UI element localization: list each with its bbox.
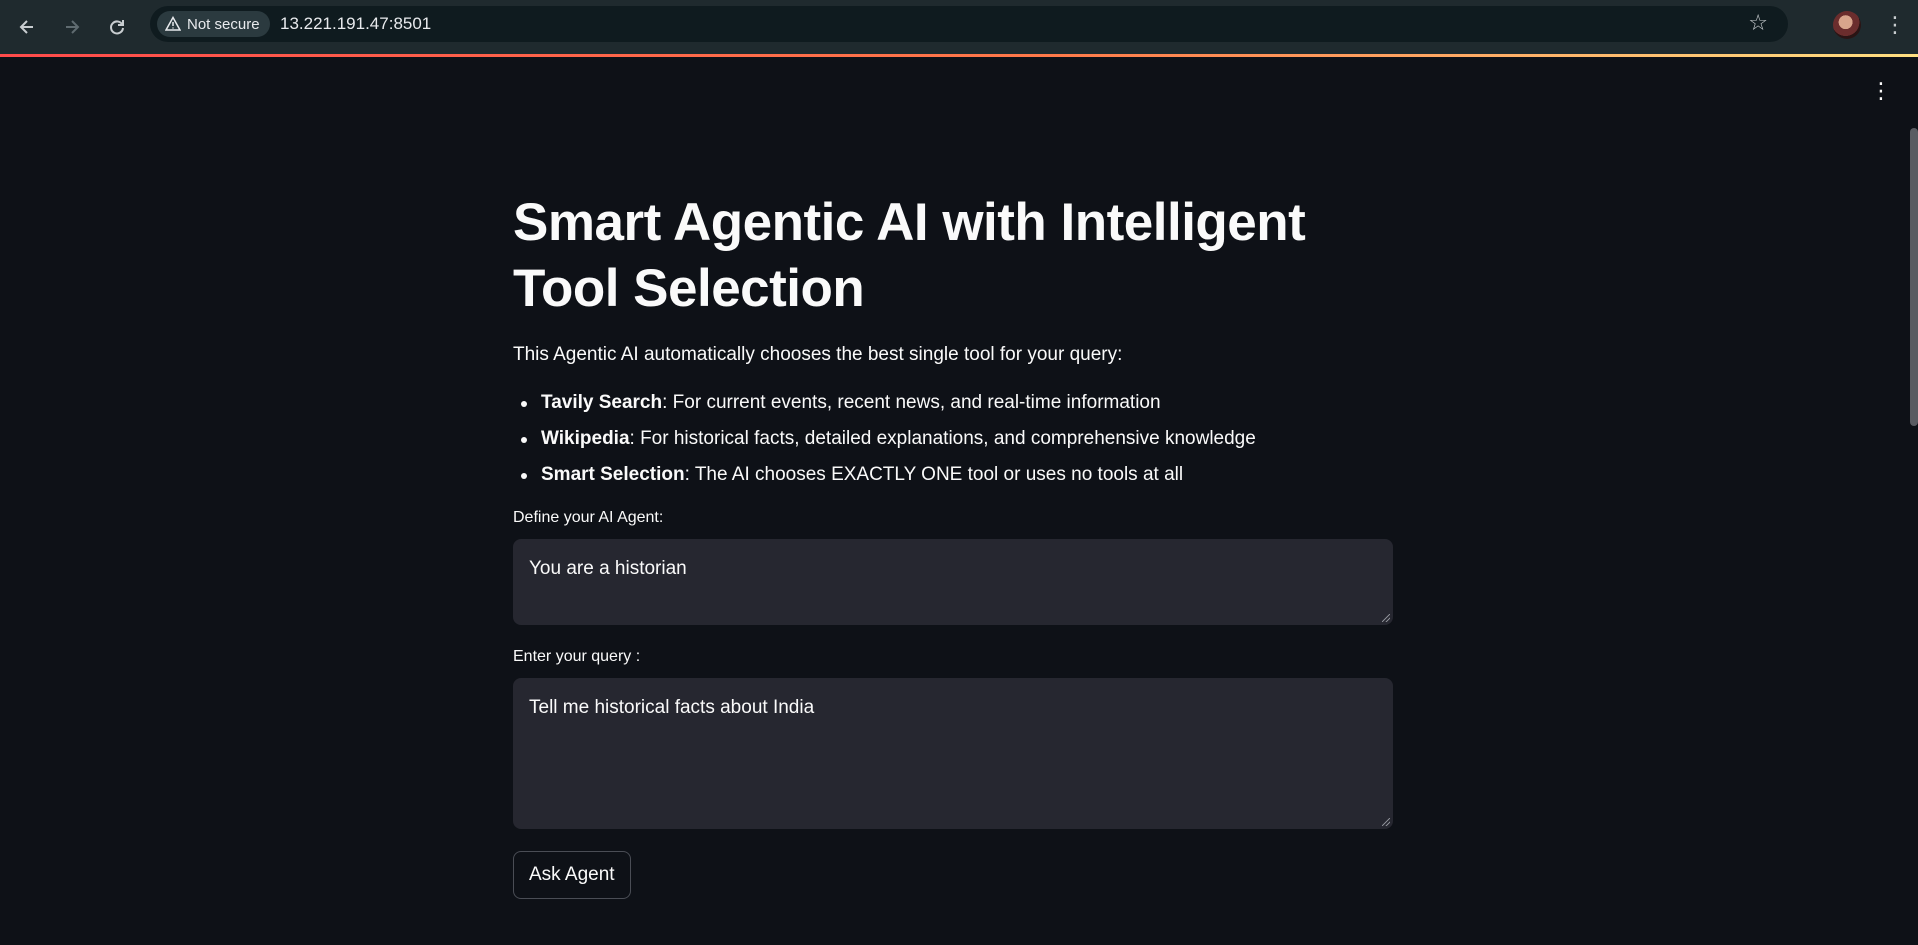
security-indicator[interactable]: Not secure <box>157 11 270 37</box>
url-text[interactable]: 13.221.191.47:8501 <box>280 14 431 34</box>
star-icon[interactable]: ☆ <box>1748 10 1768 36</box>
vertical-dots-icon[interactable]: ⋮ <box>1884 10 1906 40</box>
app-menu-icon[interactable]: ⋮ <box>1870 78 1892 104</box>
reload-icon <box>110 20 124 35</box>
avatar[interactable] <box>1833 11 1861 39</box>
feature-description: : For current events, recent news, and r… <box>662 392 1161 413</box>
agent-definition-input[interactable]: You are a historian <box>513 539 1393 625</box>
feature-description: : For historical facts, detailed explana… <box>629 428 1256 449</box>
warning-icon <box>165 16 181 31</box>
intro-text: This Agentic AI automatically chooses th… <box>513 344 1123 365</box>
query-input[interactable]: Tell me historical facts about India <box>513 678 1393 829</box>
feature-name: Smart Selection <box>541 464 685 485</box>
agent-definition-value: You are a historian <box>529 558 687 579</box>
scrollbar[interactable] <box>1910 128 1918 426</box>
feature-name: Tavily Search <box>541 392 663 413</box>
main-content: Smart Agentic AI with Intelligent Tool S… <box>513 190 1393 899</box>
feature-list: Tavily Search: For current events, recen… <box>513 390 1393 488</box>
browser-toolbar: Not secure 13.221.191.47:8501 ☆ ⋮ <box>0 0 1918 54</box>
list-item: Tavily Search: For current events, recen… <box>521 390 1393 416</box>
address-bar[interactable]: Not secure 13.221.191.47:8501 ☆ <box>150 6 1788 42</box>
resize-handle-icon[interactable] <box>1382 818 1390 826</box>
list-item: Smart Selection: The AI chooses EXACTLY … <box>521 462 1393 488</box>
page-title: Smart Agentic AI with Intelligent Tool S… <box>513 193 1306 318</box>
reload-button[interactable] <box>102 12 132 42</box>
list-item: Wikipedia: For historical facts, detaile… <box>521 426 1393 452</box>
resize-handle-icon[interactable] <box>1382 614 1390 622</box>
feature-description: : The AI chooses EXACTLY ONE tool or use… <box>684 464 1184 485</box>
forward-button[interactable] <box>57 12 87 42</box>
query-value: Tell me historical facts about India <box>529 697 815 718</box>
back-button[interactable] <box>12 12 42 42</box>
security-label: Not secure <box>187 15 260 33</box>
agent-field-label: Define your AI Agent: <box>513 509 664 526</box>
ask-agent-button[interactable]: Ask Agent <box>513 851 631 899</box>
arrow-left-icon <box>19 20 33 34</box>
arrow-right-icon <box>66 20 80 34</box>
feature-name: Wikipedia <box>541 428 630 449</box>
query-field-label: Enter your query : <box>513 648 641 665</box>
header-accent-line <box>0 54 1918 57</box>
